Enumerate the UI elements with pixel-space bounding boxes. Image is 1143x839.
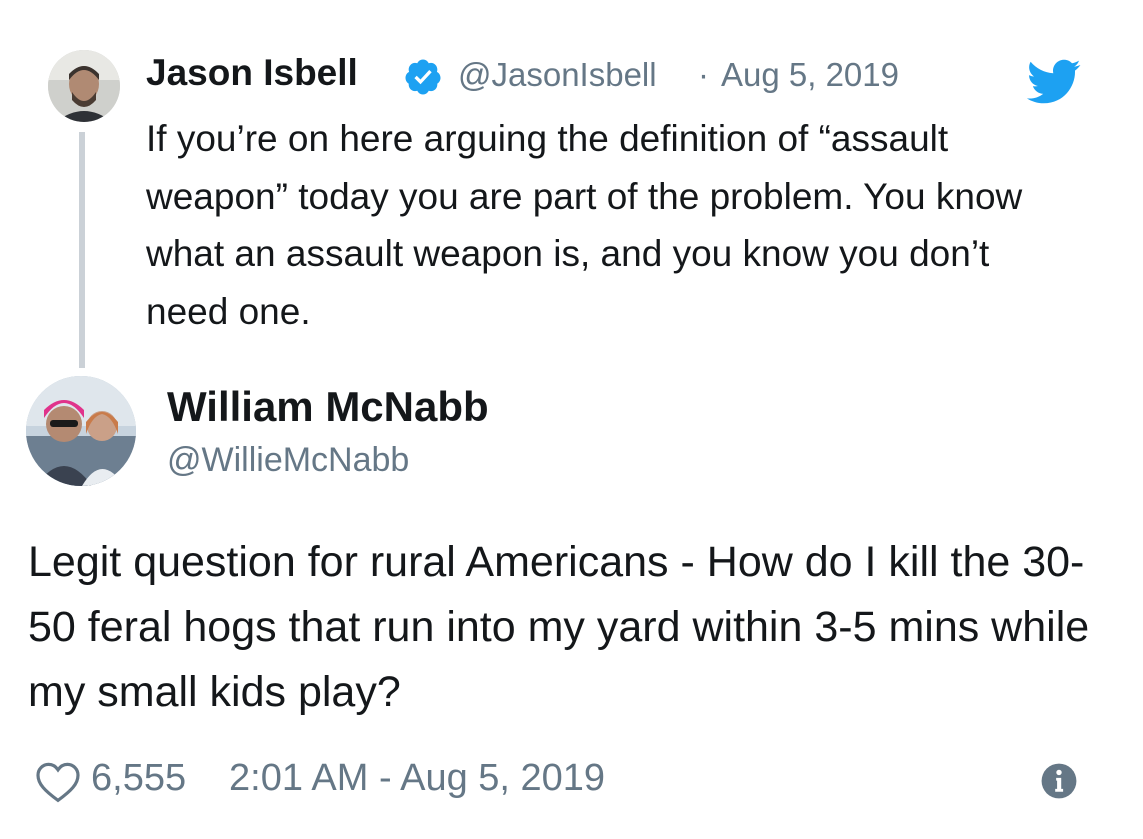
heart-icon[interactable] — [34, 760, 82, 804]
reply-author-handle[interactable]: @WillieMcNabb — [167, 441, 409, 480]
parent-author-handle[interactable]: @JasonIsbell — [458, 56, 657, 94]
verified-badge-icon — [403, 57, 443, 97]
like-count[interactable]: 6,555 — [91, 757, 186, 800]
reply-timestamp[interactable]: 2:01 AM - Aug 5, 2019 — [229, 757, 605, 800]
reply-author-name[interactable]: William McNabb — [167, 383, 489, 431]
twitter-bird-icon[interactable] — [1023, 58, 1083, 104]
reply-tweet-text: Legit question for rural Americans - How… — [28, 538, 1090, 716]
william-mcnabb-avatar[interactable] — [26, 376, 136, 486]
separator-dot: · — [698, 56, 709, 93]
parent-tweet-date[interactable]: Aug 5, 2019 — [721, 56, 899, 94]
parent-author-name[interactable]: Jason Isbell — [146, 52, 358, 94]
thread-connector-line — [79, 132, 85, 368]
info-icon[interactable] — [1040, 762, 1078, 800]
parent-tweet-text: If you’re on here arguing the definition… — [146, 118, 1023, 332]
jason-isbell-avatar[interactable] — [48, 50, 120, 122]
